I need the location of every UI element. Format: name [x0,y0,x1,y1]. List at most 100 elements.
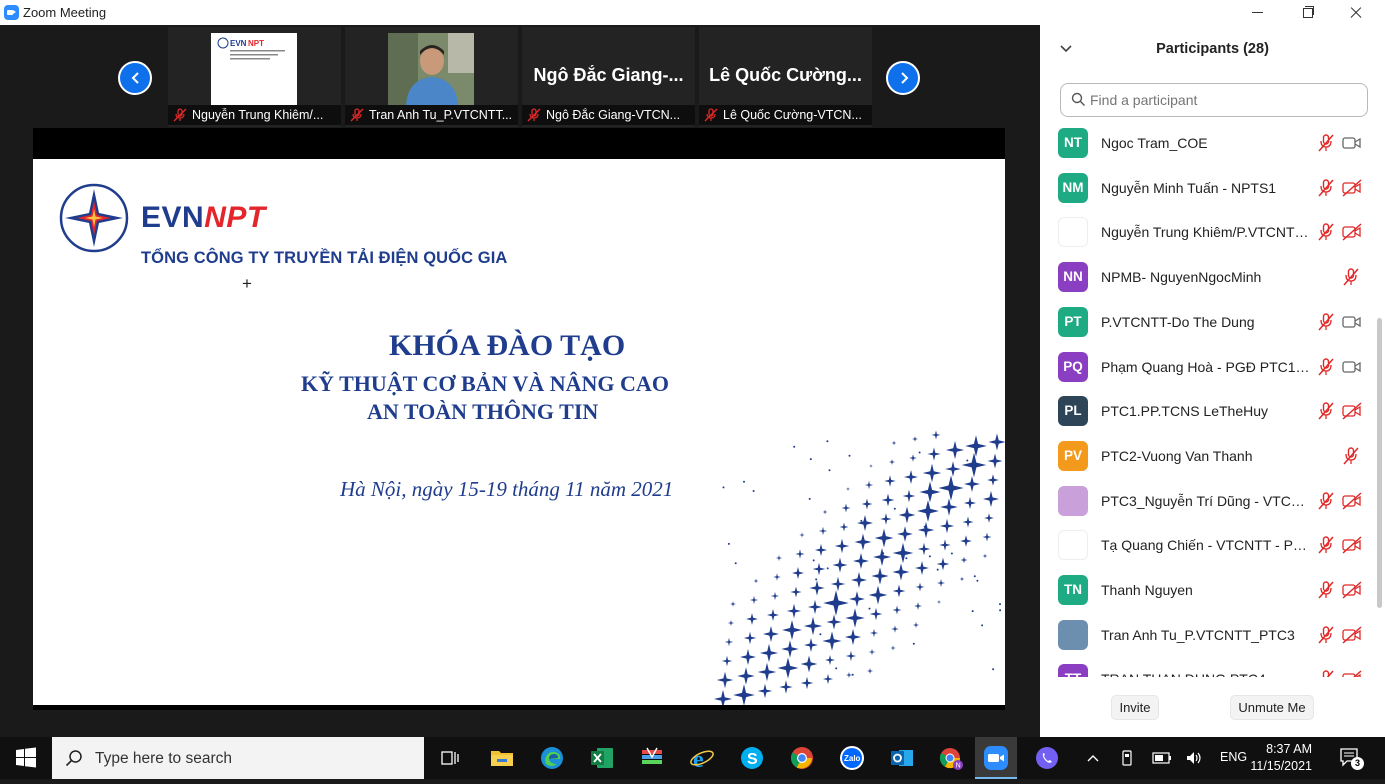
participant-name: NPMB- NguyenNgocMinh [1101,269,1262,286]
video-off-icon[interactable] [1341,669,1363,677]
file-explorer-icon[interactable] [489,745,515,771]
clock-time: 8:37 AM [1266,742,1312,756]
participant-row[interactable]: NM Nguyễn Minh Tuấn - NPTS1 [1040,166,1370,210]
notification-center-button[interactable]: 3 [1338,746,1364,770]
muted-mic-icon[interactable] [1316,357,1336,382]
tile-big-name: Lê Quốc Cường... [709,65,862,85]
chrome-profile-icon[interactable]: N [938,745,964,771]
participant-row[interactable]: PL PTC1.PP.TCNS LeTheHuy [1040,389,1370,433]
skype-icon[interactable]: S [739,745,765,771]
participant-row[interactable]: Tran Anh Tu_P.VTCNTT_PTC3 [1040,613,1370,657]
participant-name: Thanh Nguyen [1101,582,1193,598]
close-button[interactable] [1332,0,1380,25]
next-page-button[interactable] [886,61,920,95]
crosshair-cursor-icon: + [242,274,252,293]
participant-row[interactable]: TT TRAN THAN DUNG PTC4 [1040,657,1370,677]
participant-list: NT Ngoc Tram_COE NM Nguyễn Minh Tuấn - NPTS… [1040,121,1385,677]
participant-row[interactable]: PV PTC2-Vuong Van Thanh [1040,434,1370,478]
muted-mic-icon[interactable] [1341,446,1361,471]
video-off-icon[interactable] [1341,535,1363,560]
video-tile[interactable]: Tran Anh Tu_P.VTCNTT... [345,27,518,127]
participant-row[interactable]: PT P.VTCNTT-Do The Dung [1040,300,1370,344]
tile-caption: Lê Quốc Cường-VTCN... [699,105,872,125]
video-off-icon[interactable] [1341,178,1363,203]
muted-mic-icon[interactable] [1316,669,1336,677]
participant-name: P.VTCNTT-Do The Dung [1101,313,1255,330]
participant-row[interactable]: Tạ Quang Chiến - VTCNTT - PTC1 [1040,523,1370,567]
course-subtitle-2: AN TOÀN THÔNG TIN [367,399,599,424]
video-off-icon[interactable] [1341,401,1363,426]
video-off-icon[interactable] [1341,625,1363,650]
participant-row[interactable]: TN Thanh Nguyen [1040,568,1370,612]
video-camera-icon[interactable] [1341,312,1363,337]
zalo-icon[interactable]: Zalo [839,745,865,771]
volume-icon[interactable] [1185,750,1203,766]
muted-mic-icon[interactable] [1316,625,1336,650]
internet-explorer-icon[interactable]: e [689,745,715,771]
muted-mic-icon[interactable] [1316,580,1336,605]
zoom-icon [984,746,1008,770]
video-off-icon[interactable] [1341,222,1363,247]
participant-row[interactable]: NT Ngoc Tram_COE [1040,121,1370,165]
start-button[interactable] [0,737,52,779]
muted-mic-icon[interactable] [1316,491,1336,516]
participant-row[interactable]: PTC3_Nguyễn Trí Dũng - VTCNTT [1040,479,1370,523]
tile-name: Tran Anh Tu_P.VTCNTT... [369,108,513,122]
restore-button[interactable] [1283,0,1331,25]
participant-name: PTC2-Vuong Van Thanh [1101,447,1253,464]
participant-row[interactable]: PQ Phạm Quang Hoà - PGĐ PTC1 - ... [1040,345,1370,389]
search-icon [1071,92,1085,106]
tile-caption: Ngô Đắc Giang-VTCN... [522,105,695,125]
invite-button[interactable]: Invite [1111,695,1159,720]
previous-page-button[interactable] [118,61,152,95]
task-view-icon[interactable] [437,745,463,771]
zoom-app-icon [4,5,19,20]
muted-mic-icon[interactable] [1316,401,1336,426]
video-off-icon[interactable] [1341,580,1363,605]
taskbar-clock[interactable]: 8:37 AM 11/15/2021 [1232,741,1312,775]
avatar [1058,485,1088,516]
chevron-up-icon[interactable] [1086,752,1100,764]
participant-row[interactable]: Nguyễn Trung Khiêm/P.VTCNTT... [1040,210,1370,254]
edge-browser-icon[interactable] [539,745,565,771]
video-camera-icon[interactable] [1341,133,1363,158]
muted-mic-icon[interactable] [1341,267,1361,292]
avatar: PV [1058,440,1088,471]
avatar: PT [1058,306,1088,337]
taskbar-search-box[interactable]: Type here to search [52,737,424,779]
avatar [1058,619,1088,650]
company-name: TỔNG CÔNG TY TRUYỀN TẢI ĐIỆN QUỐC GIA [141,249,508,267]
zoom-taskbar-button[interactable] [975,737,1017,779]
participant-search-box[interactable] [1060,83,1368,117]
minimize-button[interactable] [1234,0,1282,25]
video-camera-icon[interactable] [1341,357,1363,382]
windows-logo-icon [16,747,36,768]
outlook-icon[interactable] [889,745,915,771]
muted-mic-icon[interactable] [1316,222,1336,247]
participants-panel: Participants (28) NT Ngoc Tram_COE NM Nguyễ… [1040,25,1385,737]
participant-search-input[interactable] [1090,89,1360,111]
colored-app-icon[interactable] [639,745,665,771]
avatar: NT [1058,128,1088,158]
video-tile[interactable]: Ngô Đắc Giang-... Ngô Đắc Giang-VTCN... [522,27,695,127]
participant-name: PTC1.PP.TCNS LeTheHuy [1101,403,1269,420]
muted-mic-icon[interactable] [1316,178,1336,203]
battery-icon[interactable] [1152,752,1172,764]
viber-icon[interactable] [1034,745,1060,771]
video-tile[interactable]: EVN NPT Nguyễn Trung Khiêm/... [168,27,341,127]
participant-row[interactable]: NN NPMB- NguyenNgocMinh [1040,255,1370,299]
video-off-icon[interactable] [1341,491,1363,516]
muted-mic-icon[interactable] [1316,133,1336,158]
participant-list-scrollbar[interactable] [1377,318,1382,608]
course-date: Hà Nội, ngày 15-19 tháng 11 năm 2021 [340,477,674,501]
usb-device-icon[interactable] [1120,749,1134,767]
muted-mic-icon[interactable] [1316,312,1336,337]
decorative-stars-icon [713,430,1005,705]
muted-mic-icon[interactable] [1316,535,1336,560]
shared-slide: EVNNPT TỔNG CÔNG TY TRUYỀN TẢI ĐIỆN QUỐC… [33,159,1005,705]
video-tile[interactable]: Lê Quốc Cường... Lê Quốc Cường-VTCN... [699,27,872,127]
excel-icon[interactable] [589,745,615,771]
unmute-me-button[interactable]: Unmute Me [1230,695,1314,720]
chrome-icon[interactable] [789,745,815,771]
windows-taskbar: Type here to search e S Zalo N ENG 8:37 … [0,737,1385,779]
